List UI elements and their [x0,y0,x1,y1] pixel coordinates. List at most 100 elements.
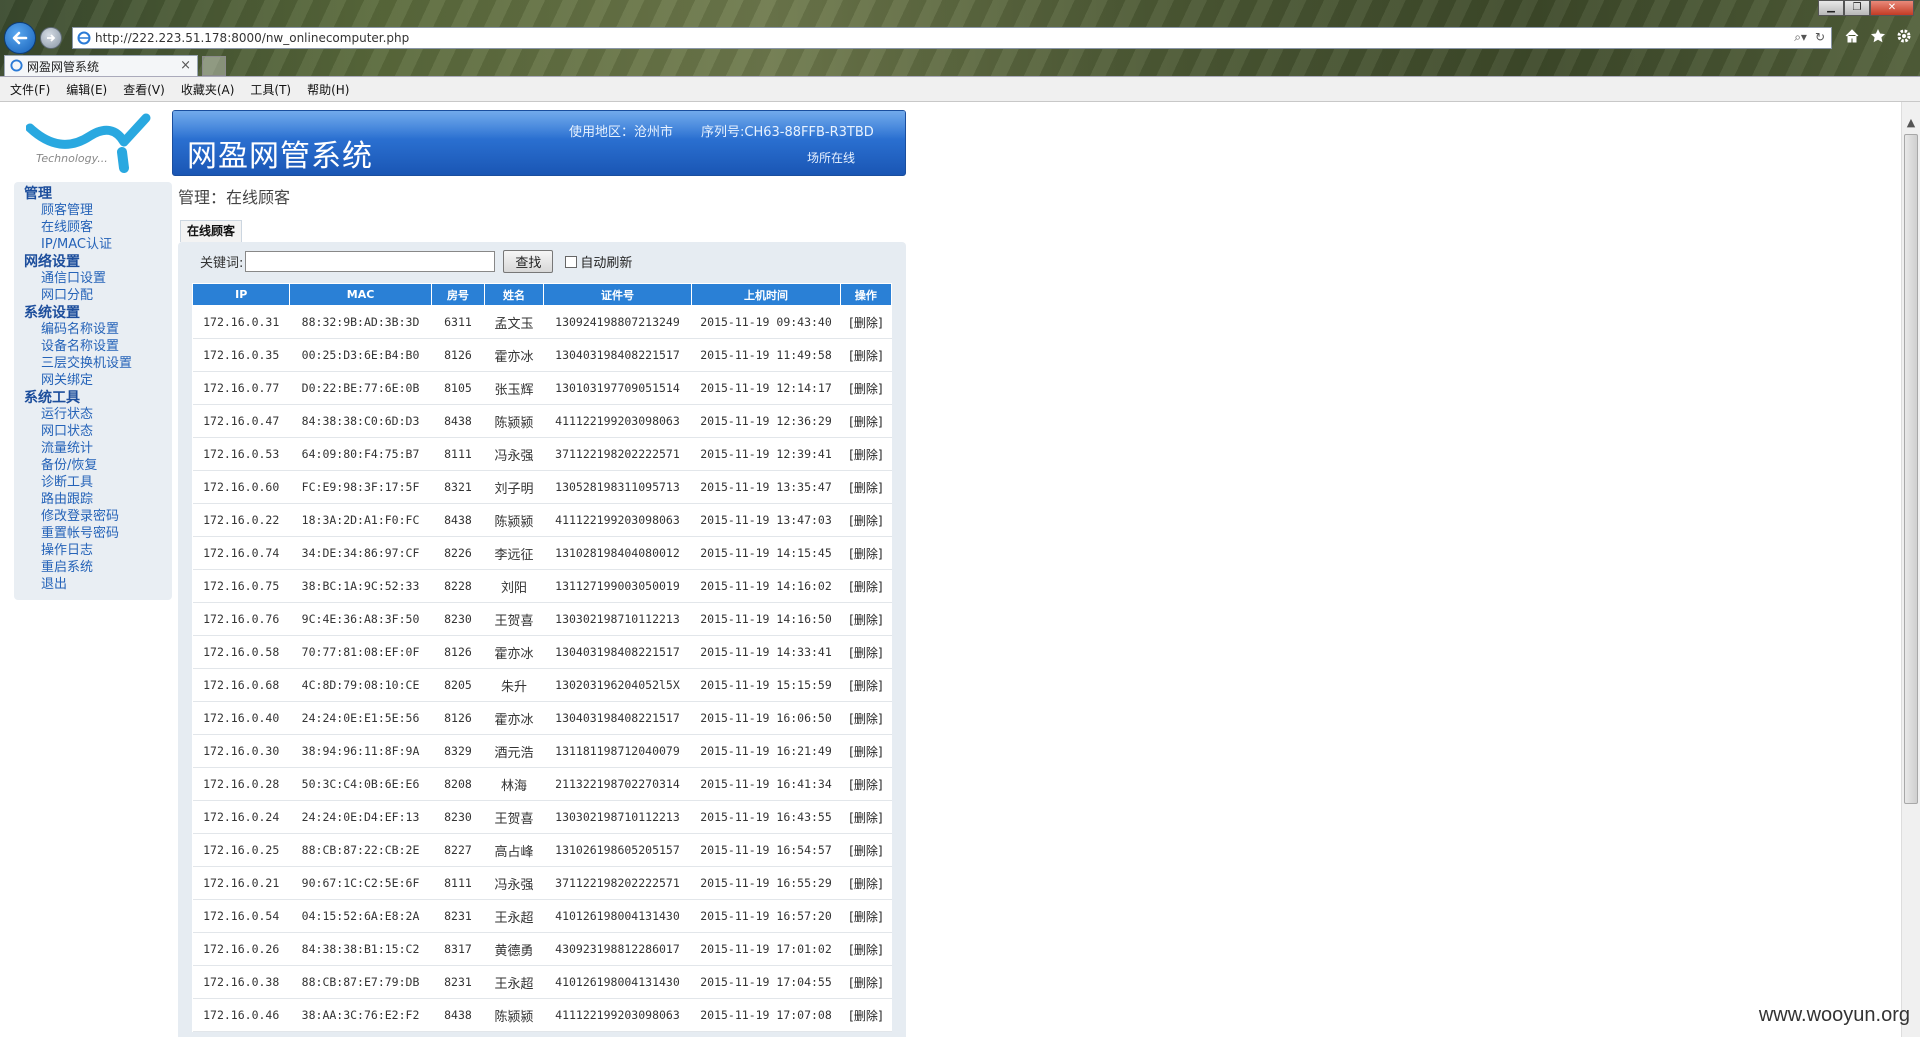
id-number-cell: 131028198404080012 [543,536,692,570]
sidebar-item-comm-port[interactable]: 通信口设置 [24,270,172,287]
forward-button[interactable] [40,27,62,49]
delete-link[interactable]: [删除] [840,833,892,867]
mac-cell: 50:3C:C4:0B:6E:E6 [289,767,432,801]
new-tab-button[interactable] [202,56,226,76]
delete-link[interactable]: [删除] [840,965,892,999]
menu-tools[interactable]: 工具(T) [250,81,291,98]
sidebar-item-traffic-stats[interactable]: 流量统计 [24,440,172,457]
delete-link[interactable]: [删除] [840,932,892,966]
sidebar-item-online-customers[interactable]: 在线顾客 [24,219,172,236]
name-cell: 李远征 [484,536,544,570]
maximize-button[interactable]: ❐ [1844,0,1870,16]
sidebar-item-ip-mac-auth[interactable]: IP/MAC认证 [24,236,172,253]
page-viewport: Technology... 网盈网管系统 使用地区：沧州市 序列号:CH63-8… [0,102,1901,1037]
menu-edit[interactable]: 编辑(E) [66,81,107,98]
room-cell: 8231 [431,899,485,933]
sidebar-item-diagnostics[interactable]: 诊断工具 [24,474,172,491]
close-window-button[interactable]: ✕ [1870,0,1914,16]
scroll-up-arrow-icon[interactable]: ▲ [1902,116,1920,132]
login-time-cell: 2015-11-19 14:33:41 [691,635,841,669]
tab-title: 网盈网管系统 [27,59,100,74]
sidebar-item-port-assign[interactable]: 网口分配 [24,287,172,304]
delete-link[interactable]: [删除] [840,767,892,801]
sidebar-item-change-password[interactable]: 修改登录密码 [24,508,172,525]
room-cell: 8231 [431,965,485,999]
sidebar-item-port-status[interactable]: 网口状态 [24,423,172,440]
venue-online-link[interactable]: 场所在线 [807,149,855,166]
sidebar-item-device-name[interactable]: 设备名称设置 [24,338,172,355]
menu-help[interactable]: 帮助(H) [307,81,349,98]
sidebar-item-reboot[interactable]: 重启系统 [24,559,172,576]
delete-link[interactable]: [删除] [840,371,892,405]
delete-link[interactable]: [删除] [840,701,892,735]
delete-link[interactable]: [删除] [840,305,892,339]
watermark: www.wooyun.org [1758,1004,1910,1026]
menu-view[interactable]: 查看(V) [123,81,165,98]
table-row: 172.16.0.24 24:24:0E:D4:EF:13 8230 王贺喜 13030… [192,800,892,834]
delete-link[interactable]: [删除] [840,998,892,1032]
sidebar-item-l3-switch[interactable]: 三层交换机设置 [24,355,172,372]
search-icon[interactable]: ⌕▾ [1794,30,1807,45]
sidebar-item-gateway-bind[interactable]: 网关绑定 [24,372,172,389]
delete-link[interactable]: [删除] [840,668,892,702]
name-cell: 冯永强 [484,437,544,471]
sidebar-item-logout[interactable]: 退出 [24,576,172,593]
refresh-icon[interactable]: ↻ [1815,30,1825,45]
vertical-scrollbar[interactable]: ▲ [1901,102,1920,1037]
auto-refresh-checkbox[interactable] [565,255,578,268]
room-cell: 8205 [431,668,485,702]
delete-link[interactable]: [删除] [840,470,892,504]
delete-link[interactable]: [删除] [840,503,892,537]
back-button[interactable] [4,22,36,54]
sidebar-item-backup-restore[interactable]: 备份/恢复 [24,457,172,474]
delete-link[interactable]: [删除] [840,635,892,669]
sidebar-item-run-status[interactable]: 运行状态 [24,406,172,423]
home-icon[interactable] [1844,28,1860,44]
keyword-label: 关键词: [200,256,244,271]
menu-favorites[interactable]: 收藏夹(A) [181,81,235,98]
tab-close-icon[interactable]: × [180,58,191,73]
delete-link[interactable]: [删除] [840,602,892,636]
table-row: 172.16.0.74 34:DE:34:86:97:CF 8226 李远征 13102… [192,536,892,570]
delete-link[interactable]: [删除] [840,404,892,438]
auto-refresh-toggle[interactable]: 自动刷新 [565,252,632,271]
menu-bar: 文件(F) 编辑(E) 查看(V) 收藏夹(A) 工具(T) 帮助(H) [0,76,1920,102]
favorites-star-icon[interactable] [1870,28,1886,44]
tab-online-customers[interactable]: 在线顾客 [180,220,243,242]
settings-gear-icon[interactable] [1896,28,1912,44]
sidebar-item-reset-account-password[interactable]: 重置帐号密码 [24,525,172,542]
id-number-cell: 130403198408221517 [543,635,692,669]
delete-link[interactable]: [删除] [840,734,892,768]
room-cell: 8208 [431,767,485,801]
search-button[interactable]: 查找 [503,250,554,273]
name-cell: 王贺喜 [484,800,544,834]
sidebar-item-code-name[interactable]: 编码名称设置 [24,321,172,338]
delete-link[interactable]: [删除] [840,800,892,834]
delete-link[interactable]: [删除] [840,338,892,372]
table-row: 172.16.0.76 9C:4E:36:A8:3F:50 8230 王贺喜 13030… [192,602,892,636]
scrollbar-thumb[interactable] [1904,134,1918,804]
mac-cell: 38:94:96:11:8F:9A [289,734,432,768]
sidebar-item-traceroute[interactable]: 路由跟踪 [24,491,172,508]
browser-tab[interactable]: 网盈网管系统 × [4,55,198,76]
room-cell: 8438 [431,998,485,1032]
delete-link[interactable]: [删除] [840,569,892,603]
id-number-cell: 430923198812286017 [543,932,692,966]
id-number-cell: 211322198702270314 [543,767,692,801]
url-text[interactable]: http://222.223.51.178:8000/nw_onlinecomp… [95,31,409,45]
sidebar-item-customer-manage[interactable]: 顾客管理 [24,202,172,219]
name-cell: 霍亦冰 [484,635,544,669]
room-cell: 8228 [431,569,485,603]
minimize-button[interactable]: ▁ [1818,0,1844,16]
name-cell: 冯永强 [484,866,544,900]
delete-link[interactable]: [删除] [840,866,892,900]
delete-link[interactable]: [删除] [840,899,892,933]
keyword-input[interactable] [245,251,496,272]
menu-file[interactable]: 文件(F) [10,81,50,98]
login-time-cell: 2015-11-19 12:36:29 [691,404,841,438]
delete-link[interactable]: [删除] [840,437,892,471]
sidebar-item-operation-log[interactable]: 操作日志 [24,542,172,559]
name-cell: 霍亦冰 [484,338,544,372]
delete-link[interactable]: [删除] [840,536,892,570]
address-bar[interactable]: http://222.223.51.178:8000/nw_onlinecomp… [72,27,1832,49]
